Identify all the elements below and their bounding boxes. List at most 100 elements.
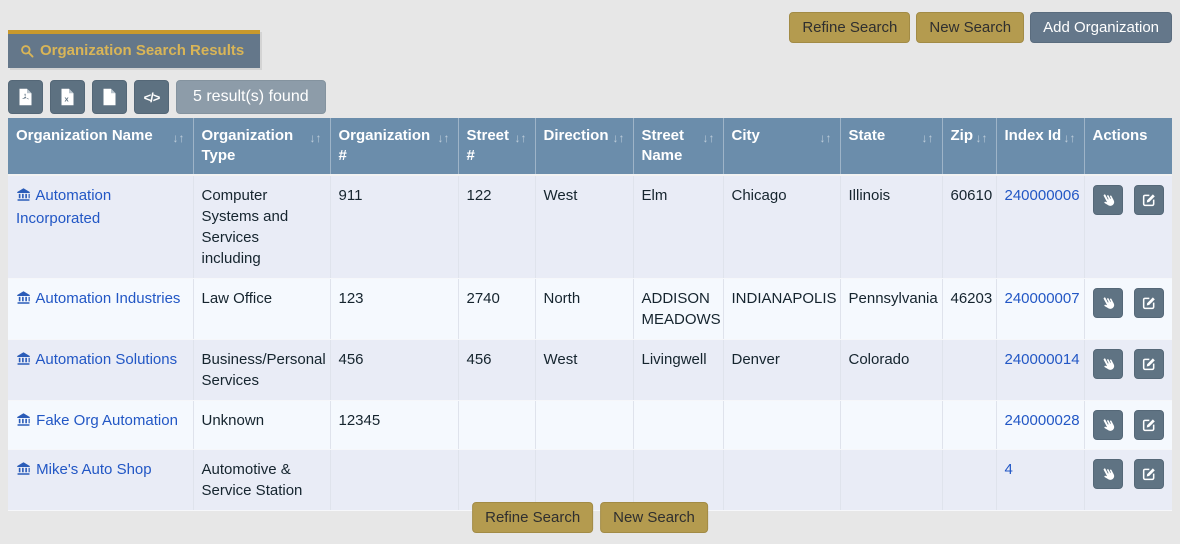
org-name-cell: Automation Incorporated [8,175,193,279]
street-number-cell: 456 [458,340,535,401]
zip-cell: 46203 [942,279,996,340]
sort-icons[interactable]: ↓↑ [701,126,715,148]
column-header-street-name[interactable]: Street Name↓↑ [633,118,723,175]
city-cell: Chicago [723,175,840,279]
org-name-link[interactable]: Fake Org Automation [36,412,178,429]
org-name-link[interactable]: Mike's Auto Shop [36,461,151,478]
org-type-cell: Unknown [193,401,330,450]
actions-cell [1084,450,1172,511]
city-cell: INDIANAPOLIS [723,279,840,340]
direction-cell: West [535,340,633,401]
org-type-cell: Law Office [193,279,330,340]
pdf-export-button[interactable] [8,80,43,114]
select-organization-button[interactable] [1093,410,1123,440]
refine-search-button[interactable]: Refine Search [789,12,910,43]
sort-icons[interactable]: ↓↑ [818,126,832,148]
edit-organization-button[interactable] [1134,185,1164,215]
edit-icon [1141,192,1157,208]
select-organization-button[interactable] [1093,459,1123,489]
edit-organization-button[interactable] [1134,349,1164,379]
file-export-button[interactable] [92,80,127,114]
page-background: Refine Search New Search Add Organizatio… [0,0,1180,544]
actions-cell [1084,340,1172,401]
org-number-cell: 456 [330,340,458,401]
state-cell: Pennsylvania [840,279,942,340]
index-id-cell: 240000014 [996,340,1084,401]
column-header-city[interactable]: City↓↑ [723,118,840,175]
sort-icons[interactable]: ↓↑ [308,126,322,148]
column-header-zip[interactable]: Zip↓↑ [942,118,996,175]
org-name-link[interactable]: Automation Industries [35,290,180,307]
sort-icons[interactable]: ↓↑ [436,126,450,148]
index-id-link[interactable]: 240000014 [1005,351,1080,368]
column-label: Index Id [1005,126,1062,146]
hand-pointer-icon [1100,356,1116,372]
org-type-cell: Automotive & Service Station [193,450,330,511]
bank-icon [16,187,31,208]
select-organization-button[interactable] [1093,349,1123,379]
bank-icon [16,290,31,311]
column-label: Organization Type [202,126,308,166]
hand-pointer-icon [1100,295,1116,311]
column-header-organization-type[interactable]: Organization Type↓↑ [193,118,330,175]
select-organization-button[interactable] [1093,288,1123,318]
state-cell: Illinois [840,175,942,279]
street-name-cell: ADDISON MEADOWS [633,279,723,340]
actions-cell [1084,279,1172,340]
results-count-badge: 5 result(s) found [176,80,326,114]
table-header-row: Organization Name↓↑Organization Type↓↑Or… [8,118,1172,175]
tab-organization-search-results[interactable]: Organization Search Results [8,30,260,68]
index-id-cell: 240000028 [996,401,1084,450]
code-icon: </> [144,90,160,105]
table-row: Automation SolutionsBusiness/Personal Se… [8,340,1172,401]
edit-organization-button[interactable] [1134,410,1164,440]
street-number-cell: 2740 [458,279,535,340]
direction-cell: West [535,175,633,279]
file-icon [102,88,117,106]
sort-icons[interactable]: ↓↑ [611,126,625,148]
state-cell [840,401,942,450]
export-toolbar: x </> 5 result(s) found [8,80,326,114]
select-organization-button[interactable] [1093,185,1123,215]
hand-pointer-icon [1100,466,1116,482]
column-header-organization[interactable]: Organization #↓↑ [330,118,458,175]
table-row: Automation IndustriesLaw Office1232740No… [8,279,1172,340]
org-type-cell: Computer Systems and Services including [193,175,330,279]
column-header-state[interactable]: State↓↑ [840,118,942,175]
index-id-cell: 240000007 [996,279,1084,340]
code-export-button[interactable]: </> [134,80,169,114]
column-header-direction[interactable]: Direction↓↑ [535,118,633,175]
hand-pointer-icon [1100,192,1116,208]
edit-organization-button[interactable] [1134,459,1164,489]
sort-icons[interactable]: ↓↑ [171,126,185,148]
new-search-button[interactable]: New Search [916,12,1024,43]
sort-icons[interactable]: ↓↑ [974,126,988,148]
sort-icons[interactable]: ↓↑ [920,126,934,148]
add-organization-button[interactable]: Add Organization [1030,12,1172,43]
column-header-index-id[interactable]: Index Id↓↑ [996,118,1084,175]
zip-cell [942,450,996,511]
index-id-link[interactable]: 4 [1005,461,1013,478]
edit-organization-button[interactable] [1134,288,1164,318]
refine-search-button-bottom[interactable]: Refine Search [472,502,593,533]
bank-icon [16,351,31,372]
org-name-link[interactable]: Automation Solutions [35,351,177,368]
index-id-link[interactable]: 240000006 [1005,187,1080,204]
excel-export-button[interactable]: x [50,80,85,114]
new-search-button-bottom[interactable]: New Search [600,502,708,533]
actions-cell [1084,175,1172,279]
column-header-organization-name[interactable]: Organization Name↓↑ [8,118,193,175]
column-label: Street Name [642,126,701,166]
table-row: Fake Org AutomationUnknown12345240000028 [8,401,1172,450]
org-table-body: Automation IncorporatedComputer Systems … [8,175,1172,511]
column-header-street[interactable]: Street #↓↑ [458,118,535,175]
city-cell [723,450,840,511]
sort-icons[interactable]: ↓↑ [1062,126,1076,148]
index-id-cell: 240000006 [996,175,1084,279]
edit-icon [1141,417,1157,433]
org-number-cell: 123 [330,279,458,340]
index-id-link[interactable]: 240000007 [1005,290,1080,307]
sort-icons[interactable]: ↓↑ [513,126,527,148]
index-id-link[interactable]: 240000028 [1005,412,1080,429]
footer-action-bar: Refine Search New Search [472,502,708,533]
